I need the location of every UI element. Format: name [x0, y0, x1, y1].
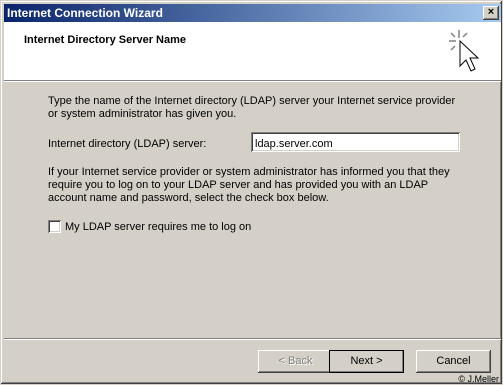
- intro-text: Type the name of the Internet directory …: [48, 95, 456, 120]
- header-separator-highlight: [4, 81, 501, 82]
- next-button[interactable]: Next >: [329, 350, 404, 373]
- wizard-cursor-icon: [449, 30, 480, 72]
- ldap-server-input[interactable]: [251, 132, 460, 152]
- back-button[interactable]: < Back: [258, 350, 333, 373]
- footer-separator-highlight: [4, 339, 501, 340]
- logon-checkbox-label[interactable]: My LDAP server requires me to log on: [65, 221, 251, 233]
- wizard-header: Internet Directory Server Name: [4, 22, 501, 80]
- copyright-text: © J.Meller: [458, 374, 499, 384]
- wizard-window: Internet Connection Wizard × Internet Di…: [0, 0, 503, 385]
- title-bar[interactable]: Internet Connection Wizard ×: [4, 4, 501, 22]
- logon-checkbox-row[interactable]: My LDAP server requires me to log on: [48, 220, 251, 233]
- close-button[interactable]: ×: [483, 6, 499, 20]
- close-icon: ×: [487, 6, 495, 18]
- server-label: Internet directory (LDAP) server:: [48, 138, 207, 150]
- window-title: Internet Connection Wizard: [7, 6, 163, 20]
- page-title: Internet Directory Server Name: [24, 34, 187, 46]
- logon-checkbox[interactable]: [48, 220, 61, 233]
- cancel-button[interactable]: Cancel: [416, 350, 491, 373]
- info-text: If your Internet service provider or sys…: [48, 166, 450, 204]
